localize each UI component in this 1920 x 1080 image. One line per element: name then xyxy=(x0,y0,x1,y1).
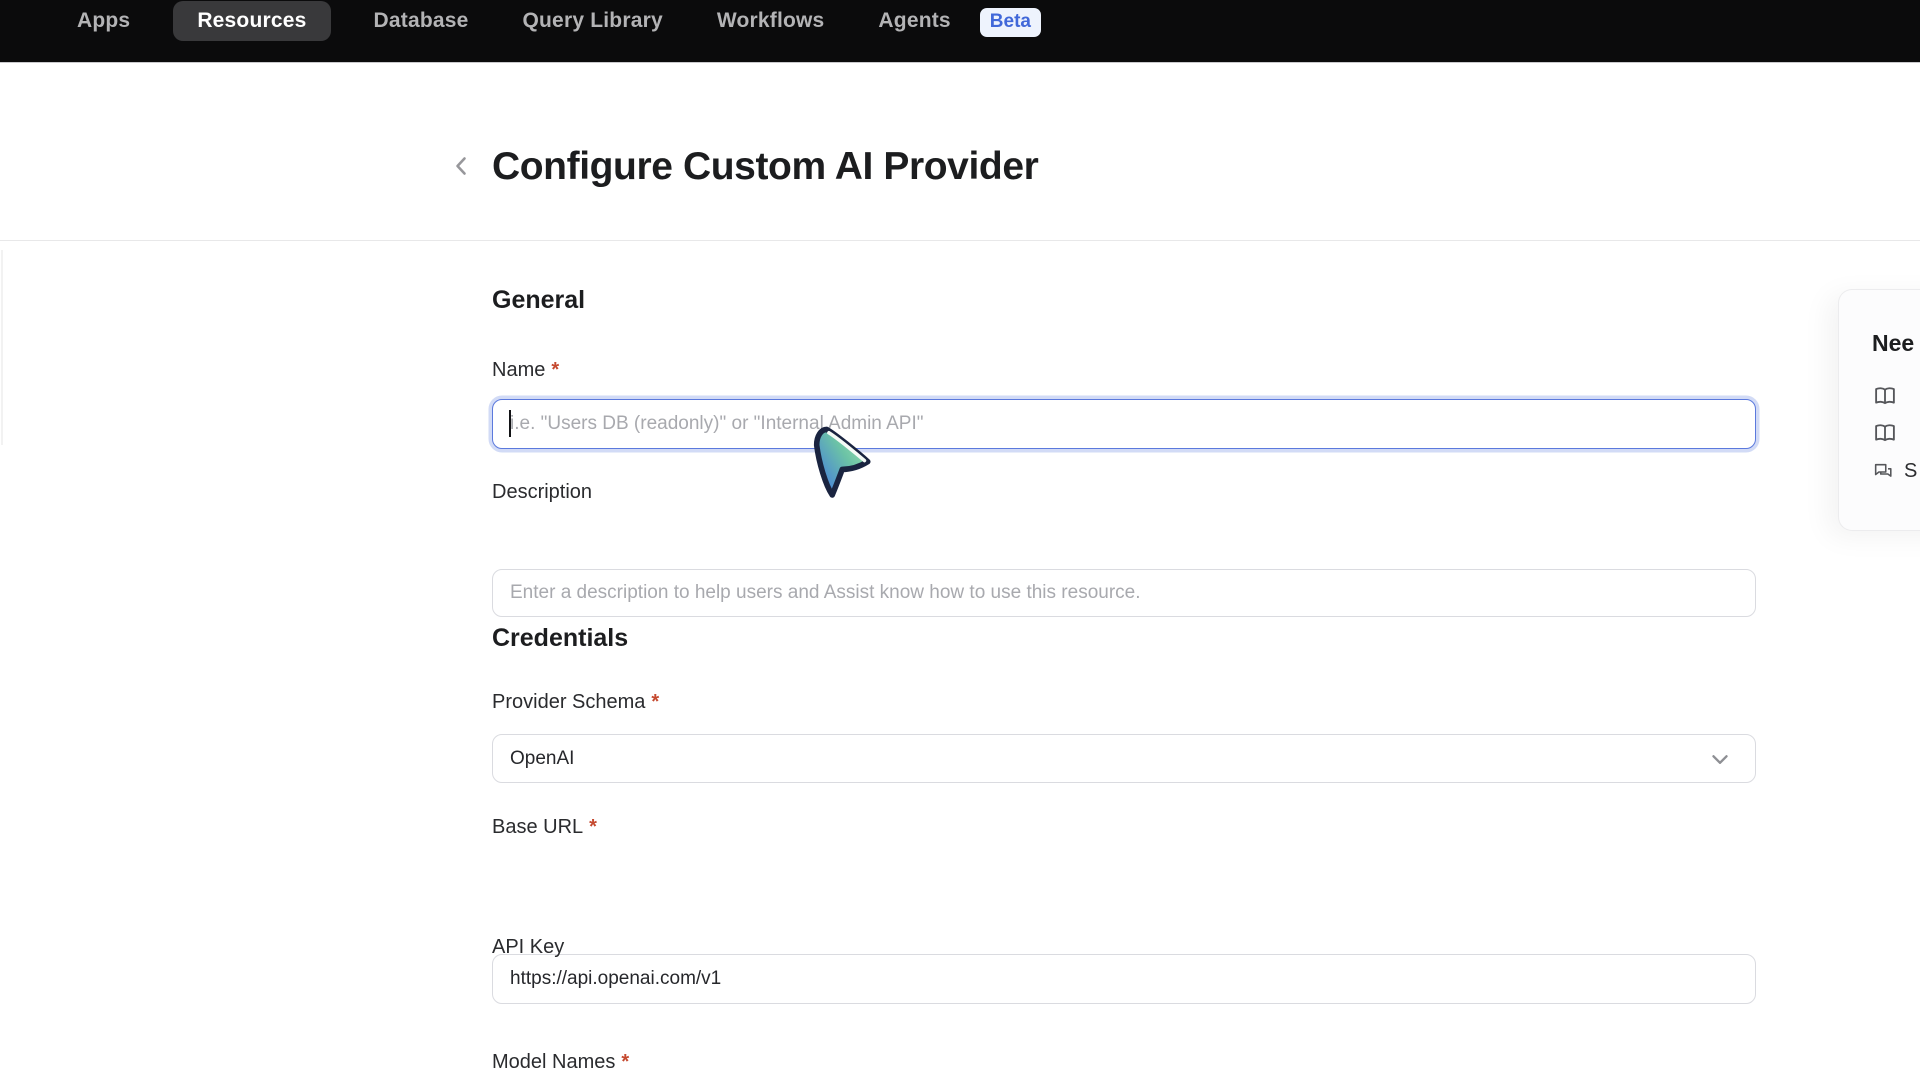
api-key-label: API Key xyxy=(492,936,1756,959)
help-link-label: S xyxy=(1904,460,1917,483)
help-panel-heading: Nee xyxy=(1872,330,1914,357)
help-link-support[interactable]: S xyxy=(1872,460,1917,483)
name-input[interactable] xyxy=(492,399,1756,449)
provider-schema-select-wrap: OpenAI xyxy=(492,734,1756,783)
nav-item-database[interactable]: Database xyxy=(363,1,480,41)
base-url-input-wrap xyxy=(492,954,1756,1004)
base-url-label: Base URL* xyxy=(492,816,1756,839)
help-panel: Nee S xyxy=(1838,289,1920,531)
nav-item-apps[interactable]: Apps xyxy=(66,1,141,41)
beta-badge: Beta xyxy=(980,8,1041,37)
base-url-input[interactable] xyxy=(492,954,1756,1004)
nav-item-query-library[interactable]: Query Library xyxy=(512,1,674,41)
text-caret xyxy=(509,410,511,437)
required-asterisk: * xyxy=(651,691,659,713)
required-asterisk: * xyxy=(621,1051,629,1073)
model-names-label: Model Names* xyxy=(492,1051,1756,1074)
nav-item-resources[interactable]: Resources xyxy=(173,1,330,41)
nav-item-workflows[interactable]: Workflows xyxy=(706,1,836,41)
credentials-section-heading: Credentials xyxy=(492,624,1756,653)
underlying-page-edge xyxy=(1,250,3,445)
provider-schema-value: OpenAI xyxy=(510,748,574,770)
name-label: Name* xyxy=(492,359,1756,382)
description-input-wrap xyxy=(492,569,1756,617)
top-nav: Apps Resources Database Query Library Wo… xyxy=(0,0,1920,63)
required-asterisk: * xyxy=(551,359,559,381)
nav-item-agents[interactable]: Agents xyxy=(867,1,961,41)
help-link-docs-2[interactable] xyxy=(1872,421,1898,447)
book-icon xyxy=(1872,421,1898,447)
chevron-down-icon xyxy=(1707,746,1733,772)
description-input[interactable] xyxy=(492,569,1756,617)
name-input-wrap xyxy=(492,399,1756,449)
page-title: Configure Custom AI Provider xyxy=(492,142,1038,192)
chat-icon xyxy=(1872,461,1894,483)
help-link-docs-1[interactable] xyxy=(1872,384,1898,410)
header-divider xyxy=(0,240,1920,241)
required-asterisk: * xyxy=(589,816,597,838)
provider-schema-select[interactable]: OpenAI xyxy=(492,734,1756,783)
description-label: Description xyxy=(492,481,1756,504)
provider-schema-label: Provider Schema* xyxy=(492,691,1756,714)
back-chevron-icon[interactable] xyxy=(448,152,476,180)
book-icon xyxy=(1872,384,1898,410)
general-section-heading: General xyxy=(492,286,1756,315)
